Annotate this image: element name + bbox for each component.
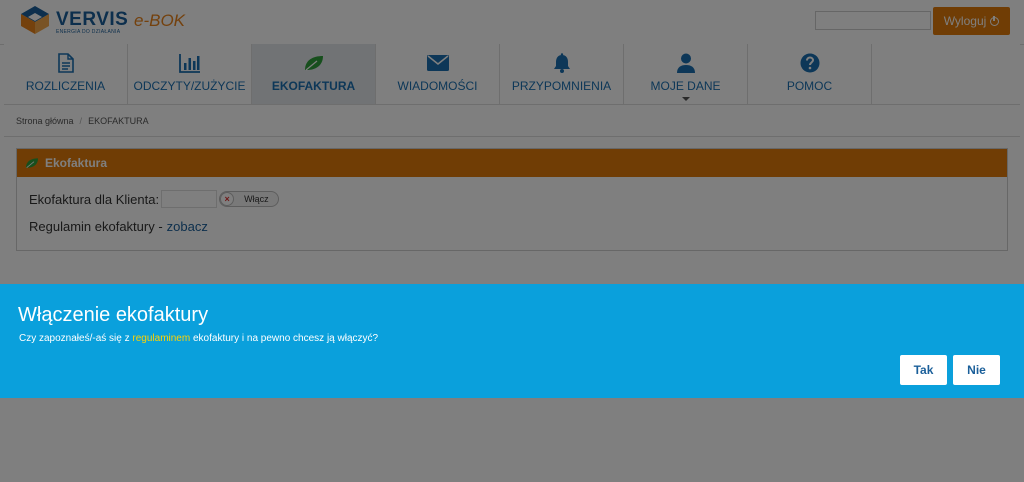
no-button[interactable]: Nie xyxy=(953,355,1000,385)
terms-dialog-link[interactable]: regulaminem xyxy=(132,333,190,344)
dialog-text-after: ekofaktury i na pewno chcesz ją włączyć? xyxy=(190,333,379,344)
dialog-title: Włączenie ekofaktury xyxy=(18,304,209,326)
confirm-dialog: Włączenie ekofaktury Czy zapoznałeś/-aś … xyxy=(0,284,1024,398)
modal-backdrop[interactable] xyxy=(0,0,1024,482)
dialog-message: Czy zapoznałeś/-aś się z regulaminem eko… xyxy=(19,333,378,344)
dialog-text-before: Czy zapoznałeś/-aś się z xyxy=(19,333,133,344)
yes-button[interactable]: Tak xyxy=(900,355,947,385)
page: VERVIS ENERGIA DO DZIAŁANIA e-BOK Wylogu… xyxy=(0,0,1024,482)
